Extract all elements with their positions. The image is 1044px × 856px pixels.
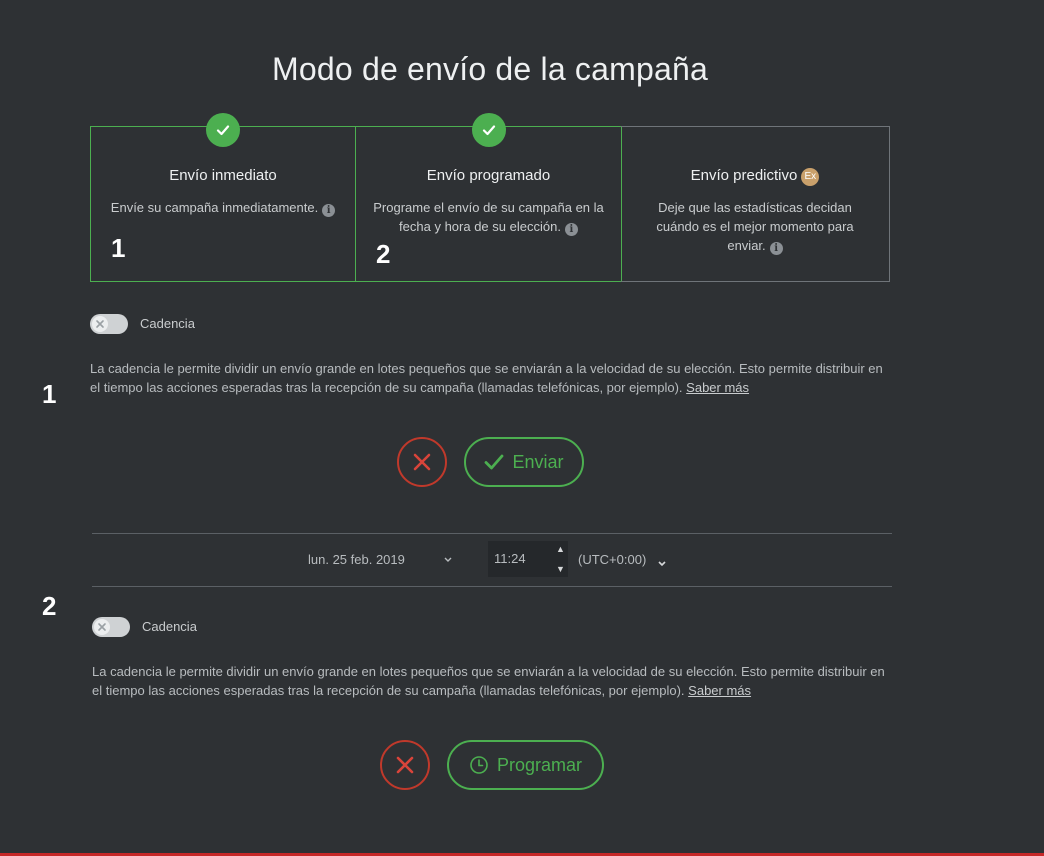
- clock-icon: [470, 756, 488, 774]
- time-input[interactable]: 11:24: [488, 541, 552, 577]
- toggle-knob: [92, 316, 108, 332]
- learn-more-link[interactable]: Saber más: [686, 380, 749, 395]
- cadence-label: Cadencia: [142, 619, 197, 634]
- info-icon[interactable]: i: [564, 223, 578, 236]
- cadence-description: La cadencia le permite dividir un envío …: [90, 359, 890, 397]
- card-title-text: Envío predictivo: [690, 167, 798, 184]
- close-icon: [396, 756, 414, 774]
- time-value: 11:24: [494, 551, 526, 566]
- send-mode-cards: Envío inmediato Envíe su campaña inmedia…: [90, 113, 890, 284]
- info-icon[interactable]: i: [769, 242, 783, 255]
- toggle-knob: [94, 619, 110, 635]
- card-scheduled-send[interactable]: Envío programado Programe el envío de su…: [355, 113, 622, 282]
- card-title: Envío predictivo Ex: [621, 167, 889, 186]
- expert-badge: Ex: [801, 168, 820, 186]
- date-picker[interactable]: lun. 25 feb. 2019: [308, 552, 405, 567]
- card-description: Deje que las estadísticas decidan cuándo…: [649, 198, 861, 255]
- card-description-text: Deje que las estadísticas decidan cuándo…: [656, 200, 854, 253]
- increment-arrow-icon[interactable]: ▲: [556, 544, 565, 554]
- timezone-select[interactable]: (UTC+0:00): [578, 552, 646, 567]
- card-title: Envío programado: [426, 167, 551, 184]
- cadence-description-text: La cadencia le permite dividir un envío …: [90, 361, 883, 395]
- chevron-down-icon[interactable]: [657, 555, 667, 573]
- divider: [92, 586, 892, 587]
- card-description: Programe el envío de su campaña en la fe…: [368, 198, 609, 236]
- date-value: lun. 25 feb. 2019: [308, 552, 405, 567]
- card-predictive-send[interactable]: Envío predictivo Ex Deje que las estadíst…: [621, 126, 890, 282]
- card-title: Envío inmediato: [169, 167, 277, 184]
- close-icon: [96, 320, 104, 328]
- chevron-down-icon[interactable]: [443, 551, 453, 569]
- card-immediate-send[interactable]: Envío inmediato Envíe su campaña inmedia…: [90, 113, 356, 282]
- decrement-arrow-icon[interactable]: ▼: [556, 564, 565, 574]
- schedule-button[interactable]: Programar: [447, 740, 604, 790]
- schedule-button-label: Programar: [496, 754, 583, 775]
- close-icon: [413, 453, 431, 471]
- annotation-marker-2: 2: [42, 591, 57, 621]
- time-stepper: ▲ ▼: [552, 541, 568, 577]
- annotation-marker-1: 1: [42, 379, 57, 409]
- annotation-marker-1: 1: [111, 233, 126, 263]
- cancel-button[interactable]: [380, 740, 430, 790]
- cadence-toggle[interactable]: [92, 617, 130, 637]
- close-icon: [98, 623, 106, 631]
- send-button-label: Enviar: [512, 451, 564, 472]
- card-description-text: Envíe su campaña inmediatamente.: [110, 200, 319, 215]
- info-icon[interactable]: i: [322, 204, 336, 217]
- cadence-description: La cadencia le permite dividir un envío …: [92, 662, 892, 700]
- check-icon: [206, 113, 240, 147]
- page-title: Modo de envío de la campaña: [272, 51, 708, 88]
- send-button[interactable]: Enviar: [464, 437, 584, 487]
- cadence-label: Cadencia: [140, 316, 195, 331]
- divider: [92, 533, 892, 534]
- learn-more-link[interactable]: Saber más: [688, 683, 751, 698]
- cancel-button[interactable]: [397, 437, 447, 487]
- cadence-description-text: La cadencia le permite dividir un envío …: [92, 664, 885, 698]
- annotation-marker-2: 2: [376, 239, 391, 269]
- cadence-toggle[interactable]: [90, 314, 128, 334]
- timezone-value: (UTC+0:00): [578, 552, 647, 567]
- check-icon: [471, 113, 506, 147]
- card-description: Envíe su campaña inmediatamente. i: [103, 198, 343, 217]
- check-icon: [485, 454, 504, 470]
